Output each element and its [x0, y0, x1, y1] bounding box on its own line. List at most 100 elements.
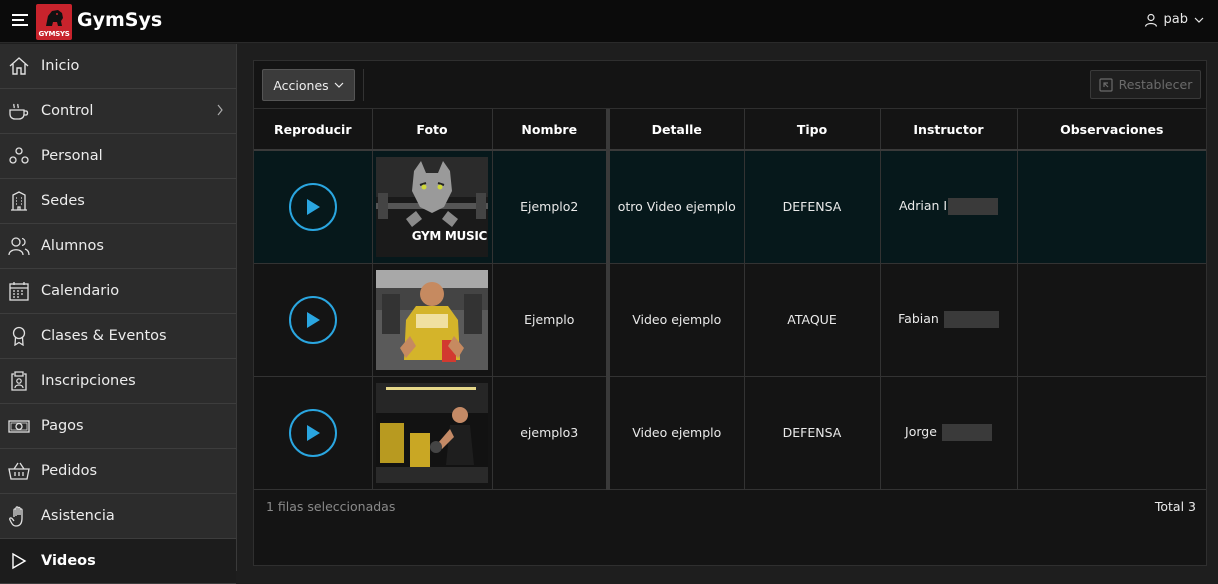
coffee-cup-icon: [8, 100, 30, 122]
sidebar-item-sedes[interactable]: Sedes: [0, 179, 236, 224]
name-cell: Ejemplo2: [492, 150, 610, 264]
video-thumbnail[interactable]: [376, 382, 488, 483]
column-header-instructor[interactable]: Instructor: [880, 109, 1018, 151]
videos-report-region: Acciones Restablecer Reproducir Foto Nom…: [253, 60, 1207, 566]
instructor-name: Adrian I: [898, 198, 948, 214]
detail-cell: Video ejemplo: [608, 376, 745, 490]
actions-menu-button[interactable]: Acciones: [262, 69, 355, 101]
sidebar-item-alumnos[interactable]: Alumnos: [0, 224, 236, 269]
play-cell: [254, 150, 373, 264]
sidebar-item-inscripciones[interactable]: Inscripciones: [0, 359, 236, 404]
toolbar-divider: [363, 69, 364, 101]
video-thumbnail[interactable]: GYM MUSIC: [376, 156, 488, 257]
photo-cell: [372, 263, 493, 377]
sidebar-item-pagos[interactable]: Pagos: [0, 404, 236, 449]
column-header-name[interactable]: Nombre: [492, 109, 610, 151]
calendar-icon: [8, 280, 30, 302]
play-icon: [306, 311, 320, 328]
user-menu[interactable]: pab: [1144, 12, 1204, 27]
column-header-notes[interactable]: Observaciones: [1017, 109, 1206, 151]
play-button[interactable]: [288, 295, 337, 344]
app-logo[interactable]: GYMSYS: [36, 4, 72, 40]
sidebar-item-label: Alumnos: [41, 238, 104, 254]
sidebar: Inicio Control Personal Sedes Alumnos Ca…: [0, 44, 237, 584]
detail-cell: Video ejemplo: [608, 263, 745, 377]
sidebar-item-label: Pagos: [41, 418, 84, 434]
building-icon: [8, 190, 30, 212]
redacted-surname: [948, 198, 999, 216]
gorilla-logo-icon: [46, 10, 63, 26]
play-cell: [254, 263, 373, 377]
sidebar-item-clases-eventos[interactable]: Clases & Eventos: [0, 314, 236, 359]
sidebar-item-label: Personal: [41, 148, 103, 164]
menu-toggle-icon[interactable]: [12, 14, 28, 28]
chevron-down-icon: [334, 82, 344, 88]
play-button[interactable]: [288, 182, 337, 231]
reset-label: Restablecer: [1118, 77, 1193, 92]
clipboard-user-icon: [8, 370, 30, 392]
top-bar: GYMSYS GymSys pab: [0, 0, 1218, 43]
sidebar-item-label: Pedidos: [41, 463, 98, 479]
money-icon: [8, 415, 30, 437]
column-header-play[interactable]: Reproducir: [254, 109, 373, 151]
play-icon: [306, 198, 320, 215]
sidebar-item-label: Inscripciones: [41, 373, 136, 389]
type-cell: DEFENSA: [744, 376, 881, 490]
instructor-cell: Fabian: [880, 263, 1018, 377]
redacted-surname: [941, 424, 992, 441]
type-cell: ATAQUE: [744, 263, 881, 377]
sidebar-item-label: Control: [41, 103, 94, 119]
sidebar-item-label: Inicio: [41, 58, 80, 74]
name-cell: ejemplo3: [492, 376, 610, 490]
sidebar-item-videos[interactable]: Videos: [0, 539, 236, 584]
chevron-down-icon: [1194, 17, 1204, 23]
table-header-row: Reproducir Foto Nombre Detalle Tipo Inst…: [254, 109, 1206, 151]
sidebar-item-inicio[interactable]: Inicio: [0, 44, 236, 89]
report-footer: 1 filas seleccionadas Total 3: [254, 491, 1206, 523]
sidebar-item-pedidos[interactable]: Pedidos: [0, 449, 236, 494]
table-row[interactable]: Ejemplo Video ejemplo ATAQUE Fabian: [254, 263, 1206, 377]
total-rows-text: Total 3: [1154, 499, 1196, 514]
sidebar-item-personal[interactable]: Personal: [0, 134, 236, 179]
sidebar-item-label: Asistencia: [41, 508, 115, 524]
woman-gym-thumbnail-image: [376, 382, 488, 483]
name-cell: Ejemplo: [492, 263, 610, 377]
hand-icon: [8, 505, 30, 527]
actions-label: Acciones: [273, 77, 329, 93]
notes-cell: [1017, 263, 1206, 377]
column-header-type[interactable]: Tipo: [744, 109, 881, 151]
play-cell: [254, 376, 373, 490]
redacted-surname: [943, 311, 999, 328]
chevron-right-icon: [217, 104, 223, 116]
user-name: pab: [1163, 12, 1188, 27]
column-header-detail[interactable]: Detalle: [608, 109, 745, 151]
reset-icon: [1099, 77, 1113, 92]
play-button[interactable]: [288, 408, 337, 457]
main-content: Acciones Restablecer Reproducir Foto Nom…: [238, 44, 1218, 571]
home-icon: [8, 55, 30, 77]
reset-button[interactable]: Restablecer: [1090, 70, 1201, 99]
sidebar-item-asistencia[interactable]: Asistencia: [0, 494, 236, 539]
instructor-cell: Adrian I: [880, 150, 1018, 264]
photo-cell: GYM MUSIC: [372, 150, 493, 264]
table-row[interactable]: GYM MUSIC Ejemplo2 otro Video ejemplo DE…: [254, 150, 1206, 264]
basket-icon: [8, 460, 30, 482]
detail-cell: otro Video ejemplo: [608, 150, 745, 264]
people-network-icon: [8, 145, 30, 167]
selected-rows-text: 1 filas seleccionadas: [266, 499, 396, 514]
table-row[interactable]: ejemplo3 Video ejemplo DEFENSA Jorge: [254, 376, 1206, 490]
app-title[interactable]: GymSys: [77, 9, 162, 31]
award-icon: [8, 325, 30, 347]
video-thumbnail[interactable]: [376, 269, 488, 370]
sidebar-item-label: Videos: [41, 553, 96, 569]
play-icon: [8, 550, 30, 572]
instructor-name: Jorge: [905, 424, 937, 439]
type-cell: DEFENSA: [744, 150, 881, 264]
column-header-photo[interactable]: Foto: [372, 109, 493, 151]
sidebar-item-control[interactable]: Control: [0, 89, 236, 134]
videos-table: Reproducir Foto Nombre Detalle Tipo Inst…: [254, 109, 1206, 490]
sidebar-item-calendario[interactable]: Calendario: [0, 269, 236, 314]
report-toolbar: Acciones Restablecer: [254, 61, 1206, 109]
instructor-name: Fabian: [898, 311, 939, 326]
user-icon: [1144, 13, 1157, 27]
